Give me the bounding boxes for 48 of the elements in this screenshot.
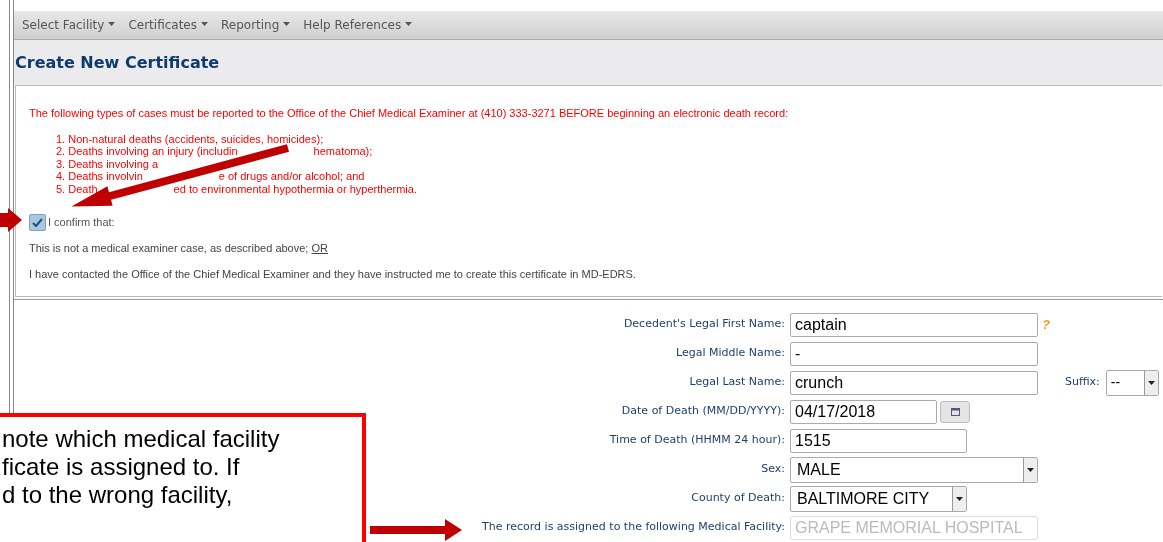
field-label: County of Death: [691, 490, 785, 507]
statement-text: This is not a medical examiner case, as described above; OR [29, 241, 329, 256]
dropdown-select[interactable]: MALE [790, 456, 1038, 483]
field-label: The record is assigned to the following Medical Facility: [482, 519, 785, 536]
field-label: Legal Middle Name: [676, 345, 785, 362]
notice-text: The following types of cases must be reported to the Office of the Chief Medical Examiner at (410) 333-3271 BEFORE beginning an electronic death record: [29, 106, 790, 121]
check-icon [32, 218, 43, 227]
checkbox-label: I confirm that: [48, 215, 115, 231]
text-field[interactable]: - [790, 341, 1038, 366]
statement-text: I have contacted the Office of the Chief Medical Examiner and they have instructed me to create this certificate in MD-EDRS. [29, 266, 637, 282]
list-item: 4. Deaths involvin [56, 170, 143, 183]
field-label: Suffix: [1065, 374, 1100, 391]
list-item: 5. Death [56, 182, 98, 195]
page-title: Create New Certificate [15, 51, 220, 74]
list-item: hematoma); [313, 145, 373, 158]
dropdown-select[interactable]: BALTIMORE CITY [790, 485, 967, 512]
list-item: ed to environmental hypothermia or hyperthermia. [173, 182, 417, 195]
caret-icon [405, 21, 413, 26]
callout-text: note which medical facility [1, 425, 281, 453]
caret-icon [283, 21, 291, 26]
list-item: 3. Deaths involving a [56, 157, 159, 170]
text-field[interactable]: captain [790, 312, 1038, 337]
caret-icon [201, 21, 208, 26]
text-field[interactable]: 1515 [790, 428, 967, 453]
field-label: Legal Last Name: [689, 374, 785, 391]
calendar-button[interactable] [940, 400, 970, 423]
list-item: e of drugs and/or alcohol; and [218, 170, 365, 183]
list-item: 2. Deaths involving an injury (includin [56, 145, 238, 158]
field-label: Decedent's Legal First Name: [623, 316, 785, 333]
menu-item[interactable]: Reporting [221, 15, 291, 34]
checkbox[interactable] [29, 214, 46, 231]
or-link[interactable]: OR [311, 242, 328, 254]
callout-text: ficate is assigned to. If [1, 453, 241, 481]
suffix-select[interactable]: -- [1105, 369, 1159, 396]
field-label: Date of Death (MM/DD/YYYY): [621, 403, 785, 420]
list-item: 1. Non-natural deaths (accidents, suicides, homicides); [56, 132, 324, 145]
calendar-icon [950, 407, 960, 416]
caret-icon [108, 21, 116, 26]
callout-text: d to the wrong facility, [1, 481, 234, 509]
arrow-icon [370, 519, 462, 541]
field-label: Sex: [761, 461, 785, 478]
menu-item[interactable]: Select Facility [22, 15, 116, 34]
text-field[interactable]: crunch [790, 370, 1038, 395]
arrow-icon [0, 208, 22, 232]
menu-item[interactable]: Help References [303, 15, 413, 34]
field-label: Time of Death (HHMM 24 hour): [609, 432, 785, 449]
date-field[interactable]: 04/17/2018 [790, 399, 937, 424]
menu-item[interactable]: Certificates [128, 15, 208, 34]
